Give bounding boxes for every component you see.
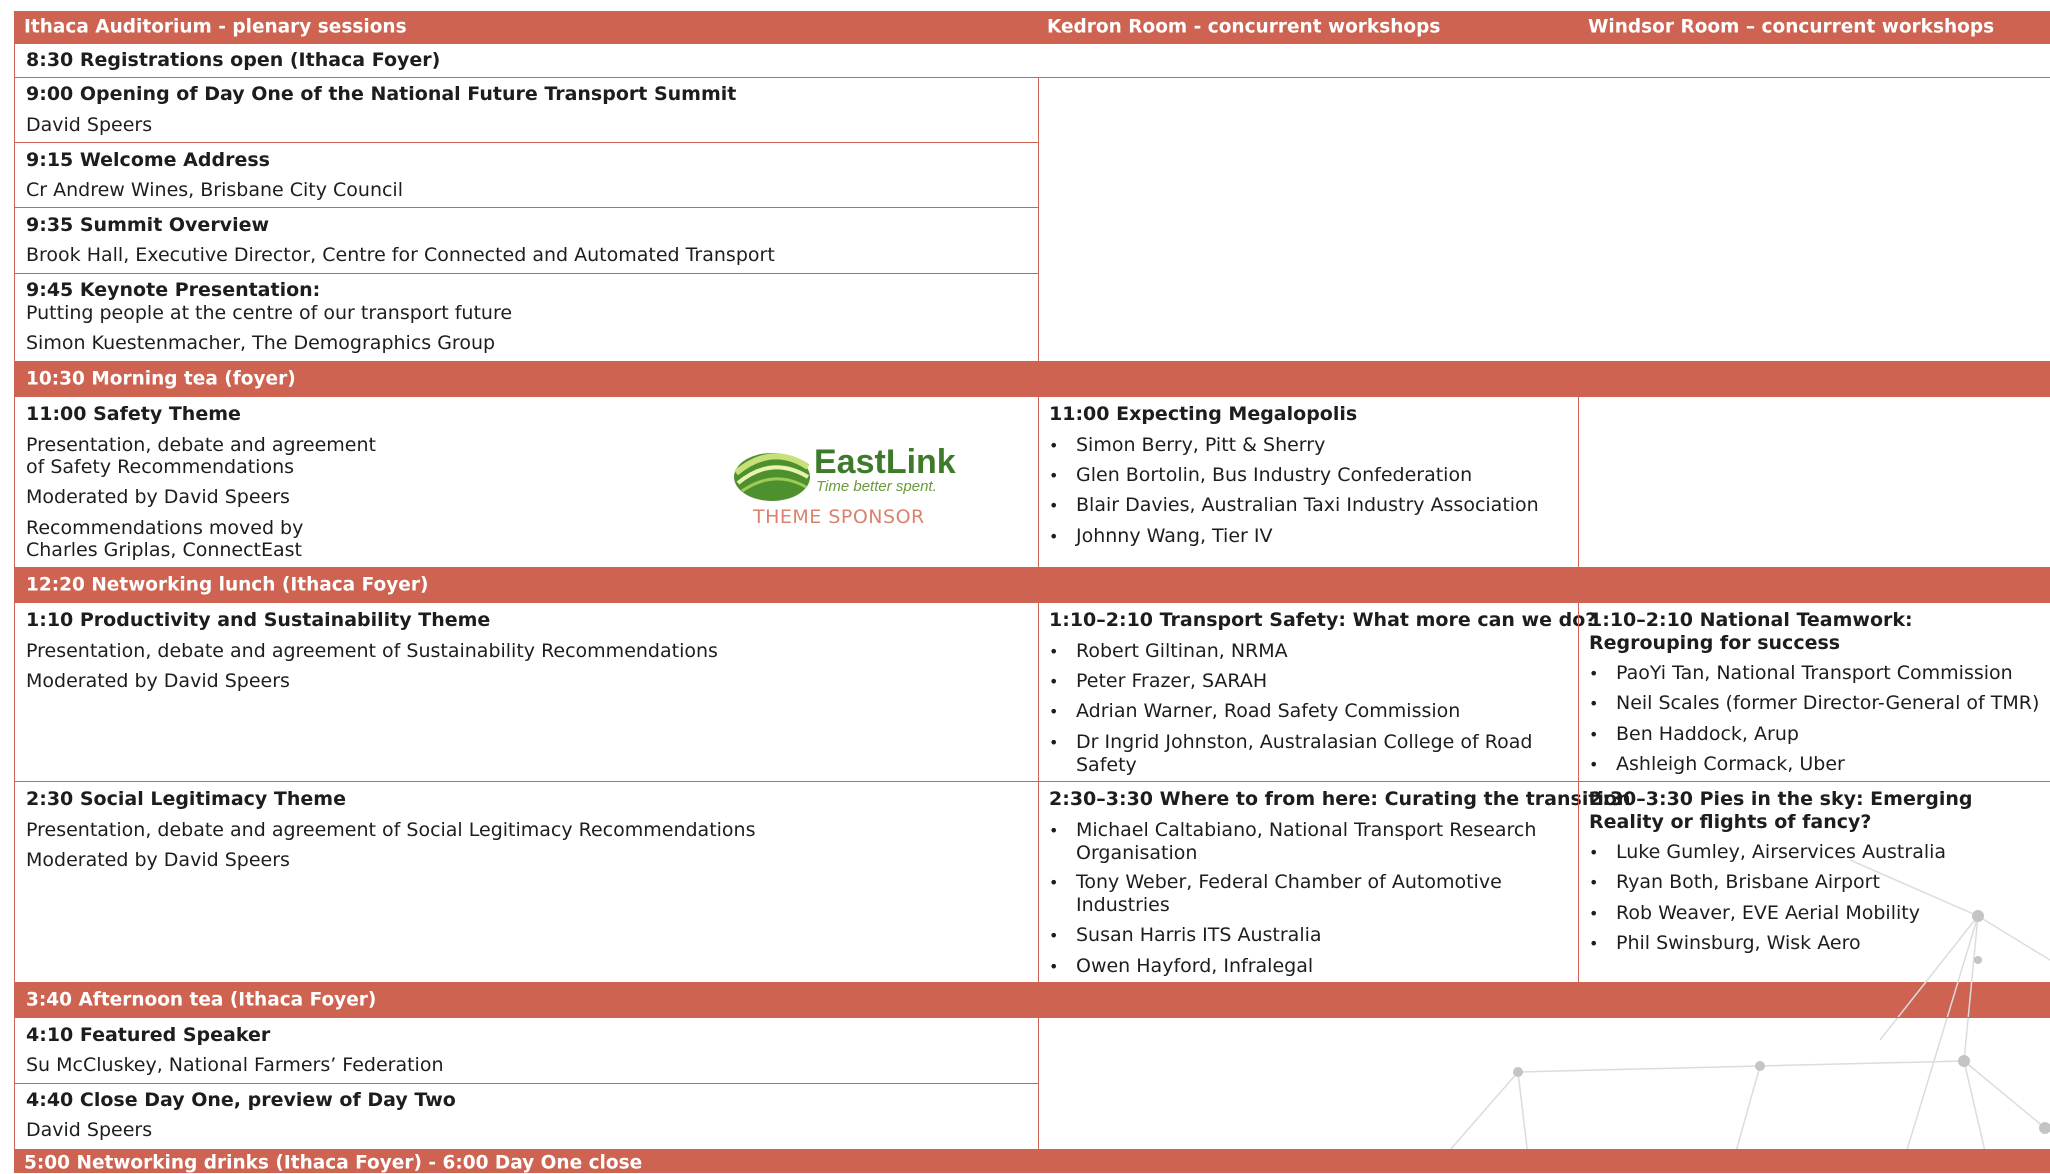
social-moderator: Moderated by David Speers — [26, 849, 290, 871]
social-desc: Presentation, debate and agreement of So… — [26, 819, 756, 841]
overview-title: 9:35 Summit Overview — [26, 214, 270, 236]
megalopolis-speaker: Blair Davies, Australian Taxi Industry A… — [1049, 494, 1539, 517]
safety-title: 11:00 Safety Theme — [26, 403, 241, 425]
transport-safety-speaker: Adrian Warner, Road Safety Commission — [1049, 700, 1460, 723]
curating-speaker: Michael Caltabiano, National Transport R… — [1049, 819, 1556, 865]
lunch-bar: 12:20 Networking lunch (Ithaca Foyer) — [14, 567, 2050, 603]
megalopolis-speaker: Johnny Wang, Tier IV — [1049, 525, 1273, 548]
productivity-title: 1:10 Productivity and Sustainability The… — [26, 609, 491, 631]
afternoon-tea-label: 3:40 Afternoon tea (Ithaca Foyer) — [26, 989, 377, 1011]
drinks-bar: 5:00 Networking drinks (Ithaca Foyer) - … — [14, 1149, 2050, 1174]
social-title: 2:30 Social Legitimacy Theme — [26, 788, 346, 810]
curating-title: 2:30–3:30 Where to from here: Curating t… — [1049, 788, 1631, 810]
registrations-text: 8:30 Registrations open (Ithaca Foyer) — [26, 49, 441, 71]
opening-speaker: David Speers — [26, 114, 153, 136]
safety-moved-line1: Recommendations moved by — [26, 517, 304, 539]
welcome-speaker: Cr Andrew Wines, Brisbane City Council — [26, 179, 403, 201]
megalopolis-speaker: Simon Berry, Pitt & Sherry — [1049, 434, 1325, 457]
kedron-column-header: Kedron Room - concurrent workshops — [1047, 16, 1441, 38]
windsor-column-header: Windsor Room – concurrent workshops — [1588, 16, 1995, 38]
productivity-moderator: Moderated by David Speers — [26, 670, 290, 692]
teamwork-speaker: Ashleigh Cormack, Uber — [1589, 753, 1845, 776]
plenary-column-header: Ithaca Auditorium - plenary sessions — [24, 16, 407, 38]
close-title: 4:40 Close Day One, preview of Day Two — [26, 1089, 456, 1111]
morning-right-empty-cell — [1038, 77, 2050, 362]
safety-moved-line2: Charles Griplas, ConnectEast — [26, 539, 303, 561]
column-header-bar: Ithaca Auditorium - plenary sessions Ked… — [14, 11, 2050, 43]
drinks-label: 5:00 Networking drinks (Ithaca Foyer) - … — [24, 1152, 643, 1174]
eastlink-logo-icon: EastLink Time better spent. — [734, 443, 956, 501]
afternoon-right-empty-cell — [1038, 1017, 2050, 1150]
featured-title: 4:10 Featured Speaker — [26, 1024, 271, 1046]
sponsor-name: EastLink — [814, 443, 956, 481]
social-cell — [14, 781, 1039, 983]
teamwork-title: 1:10–2:10 National Teamwork: Regrouping … — [1589, 609, 1913, 654]
overview-speaker: Brook Hall, Executive Director, Centre f… — [26, 244, 775, 266]
safety-desc-line2: of Safety Recommendations — [26, 456, 295, 478]
opening-title: 9:00 Opening of Day One of the National … — [26, 83, 737, 105]
safety-moderator: Moderated by David Speers — [26, 486, 290, 508]
transport-safety-speaker: Dr Ingrid Johnston, Australasian College… — [1049, 731, 1556, 777]
safety-desc-line1: Presentation, debate and agreement — [26, 434, 376, 456]
featured-speaker: Su McCluskey, National Farmers’ Federati… — [26, 1054, 444, 1076]
sponsor-tagline: Time better spent. — [816, 478, 937, 495]
morning-tea-bar: 10:30 Morning tea (foyer) — [14, 361, 2050, 397]
productivity-desc: Presentation, debate and agreement of Su… — [26, 640, 718, 662]
morning-tea-label: 10:30 Morning tea (foyer) — [26, 368, 296, 390]
pies-title: 2:30–3:30 Pies in the sky: Emerging Real… — [1589, 788, 1973, 833]
keynote-title: 9:45 Keynote Presentation: — [26, 279, 321, 301]
teamwork-speaker: Neil Scales (former Director-General of … — [1589, 692, 2039, 715]
teamwork-speaker: PaoYi Tan, National Transport Commission — [1589, 662, 2013, 685]
transport-safety-title: 1:10–2:10 Transport Safety: What more ca… — [1049, 609, 1597, 631]
keynote-speaker: Simon Kuestenmacher, The Demographics Gr… — [26, 332, 496, 354]
welcome-title: 9:15 Welcome Address — [26, 149, 270, 171]
transport-safety-speaker: Robert Giltinan, NRMA — [1049, 640, 1288, 663]
keynote-subtitle: Putting people at the centre of our tran… — [26, 302, 513, 324]
megalopolis-title: 11:00 Expecting Megalopolis — [1049, 403, 1358, 425]
teamwork-speaker: Ben Haddock, Arup — [1589, 723, 1799, 746]
close-speaker: David Speers — [26, 1119, 153, 1141]
transport-safety-speaker: Peter Frazer, SARAH — [1049, 670, 1267, 693]
sponsor-label: THEME SPONSOR — [753, 506, 925, 528]
megalopolis-speaker: Glen Bortolin, Bus Industry Confederatio… — [1049, 464, 1472, 487]
windsor-1100-empty-cell — [1578, 396, 2050, 568]
lunch-label: 12:20 Networking lunch (Ithaca Foyer) — [26, 574, 429, 596]
